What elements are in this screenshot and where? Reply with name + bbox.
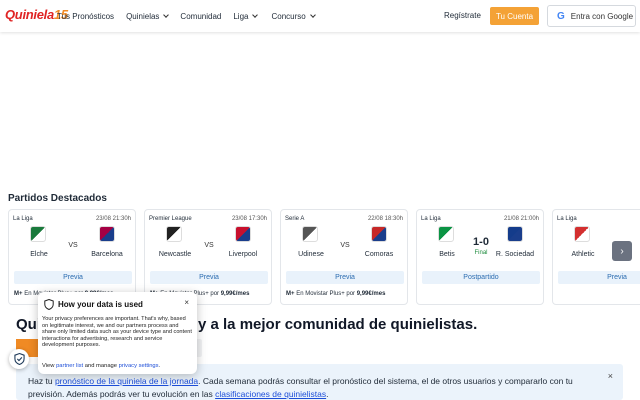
register-link[interactable]: Regístrate	[444, 11, 481, 20]
home-team-crest-icon	[166, 226, 182, 242]
match-card[interactable]: La Liga 21/08 21:00h Betis R. Sociedad 1-0 Fi…	[416, 209, 544, 305]
match-league: Premier League	[149, 216, 192, 222]
account-button[interactable]: Tu Cuenta	[490, 7, 539, 25]
match-action-button[interactable]: Previa	[14, 271, 132, 284]
match-vs: VS	[68, 242, 78, 249]
match-league: La Liga	[557, 216, 577, 222]
tv-price: 9,99€/mes	[356, 291, 386, 297]
away-team-crest-icon	[371, 226, 387, 242]
nav-comunidad[interactable]: Comunidad	[180, 12, 221, 21]
movistar-logo-icon: M+	[286, 291, 295, 297]
carousel-next-button[interactable]: ›	[612, 241, 632, 261]
google-signin-button[interactable]: G Entra con Google	[547, 5, 636, 27]
match-action-button[interactable]: Previa	[150, 271, 268, 284]
info-text-part: Haz tu	[28, 376, 55, 386]
nav-label: Concurso	[271, 11, 306, 21]
away-team-name: Barcelona	[91, 251, 123, 258]
home-team-name: Athletic	[571, 251, 595, 258]
match-league: La Liga	[13, 216, 33, 222]
main-nav: Tus Pronósticos Quinielas Comunidad Liga…	[57, 0, 327, 32]
nav-label: Comunidad	[180, 11, 222, 21]
home-team-crest-icon	[574, 226, 590, 242]
google-icon: G	[557, 10, 565, 22]
tv-price: 9,99€/mes	[220, 291, 250, 297]
match-date: 23/08 21:30h	[95, 216, 131, 222]
privacy-shield-button[interactable]	[9, 349, 29, 369]
chevron-down-icon	[252, 11, 259, 18]
consent-text: and manage	[83, 363, 119, 369]
consent-title: How your data is used	[58, 300, 143, 309]
google-signin-label: Entra con Google	[570, 11, 634, 21]
nav-label: Quinielas	[126, 11, 160, 21]
match-league: La Liga	[421, 216, 441, 222]
tv-prefix: En Movistar Plus+ por	[296, 291, 356, 297]
chevron-down-icon	[309, 11, 316, 18]
away-team-name: Comoras	[364, 251, 394, 258]
consent-body: Your privacy preferences are important. …	[42, 316, 192, 349]
logo-text: Quiniela	[5, 7, 54, 22]
match-date: 23/08 17:30h	[231, 216, 267, 222]
away-team-name: Liverpool	[228, 251, 258, 258]
consent-links: View partner list and manage privacy set…	[42, 363, 160, 369]
match-status: Final	[474, 250, 488, 256]
consent-text: View	[42, 363, 57, 369]
nav-label: Tus Pronósticos	[57, 11, 115, 21]
match-vs: VS	[204, 242, 214, 249]
match-action-button[interactable]: Previa	[286, 271, 404, 284]
rankings-link[interactable]: clasificaciones de quinielistas	[215, 389, 326, 399]
nav-label: Liga	[233, 11, 249, 21]
home-team-name: Elche	[30, 251, 48, 258]
consent-text: .	[158, 363, 161, 369]
home-team-crest-icon	[438, 226, 454, 242]
match-vs: VS	[340, 242, 350, 249]
nav-tus-pronosticos[interactable]: Tus Pronósticos	[57, 12, 114, 21]
hero-heading-end: y a la mejor comunidad de quinielistas.	[198, 316, 478, 333]
home-team-name: Newcastle	[158, 251, 192, 258]
info-text: Haz tu pronóstico de la quiniela de la j…	[28, 375, 608, 400]
away-team-crest-icon	[507, 226, 523, 242]
quiniela-prediction-link[interactable]: pronóstico de la quiniela de la jornada	[55, 376, 198, 386]
home-team-name: Udinese	[298, 251, 324, 258]
chevron-right-icon: ›	[620, 245, 624, 257]
match-card[interactable]: La Liga 23/08 21:30h Elche Barcelona VS Previ…	[8, 209, 136, 305]
movistar-logo-icon: M+	[14, 291, 23, 297]
match-tv-info: M+ En Movistar Plus+ por 9,99€/mes	[286, 291, 385, 297]
match-action-button[interactable]: Postpartido	[422, 271, 540, 284]
nav-concurso[interactable]: Concurso	[271, 11, 316, 21]
partner-list-link[interactable]: partner list	[56, 363, 83, 369]
match-carousel: La Liga 23/08 21:30h Elche Barcelona VS Previ…	[8, 209, 640, 305]
site-header: Quiniela15 Tus Pronósticos Quinielas Com…	[0, 0, 640, 32]
away-team-crest-icon	[99, 226, 115, 242]
shield-icon	[44, 299, 54, 310]
nav-liga[interactable]: Liga	[233, 11, 259, 21]
info-text-part: .	[326, 388, 329, 399]
home-team-crest-icon	[302, 226, 318, 242]
close-icon[interactable]: ×	[184, 298, 189, 307]
match-action-button[interactable]: Previa	[558, 271, 640, 284]
match-date: 21/08 21:00h	[503, 216, 539, 222]
chevron-down-icon	[163, 11, 170, 18]
close-icon[interactable]: ×	[608, 371, 613, 381]
home-team-crest-icon	[30, 226, 46, 242]
match-score: 1-0	[473, 236, 489, 248]
privacy-settings-link[interactable]: privacy settings	[119, 363, 159, 369]
shield-check-icon	[13, 353, 25, 365]
match-card[interactable]: Serie A 22/08 18:30h Udinese Comoras VS Previ…	[280, 209, 408, 305]
section-title: Partidos Destacados	[8, 193, 107, 204]
match-date: 22/08 18:30h	[367, 216, 403, 222]
consent-popup: How your data is used × Your privacy pre…	[38, 292, 197, 374]
match-card[interactable]: Premier League 23/08 17:30h Newcastle Liver…	[144, 209, 272, 305]
match-league: Serie A	[285, 216, 305, 222]
away-team-crest-icon	[235, 226, 251, 242]
nav-quinielas[interactable]: Quinielas	[126, 11, 170, 21]
